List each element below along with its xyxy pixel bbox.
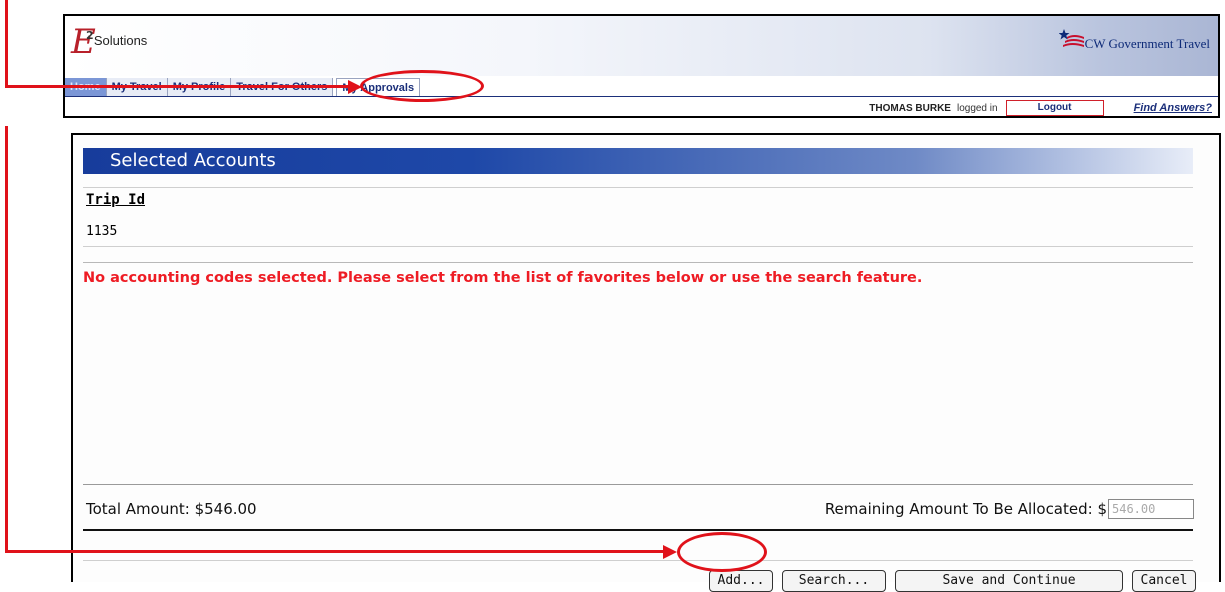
annotation-line	[5, 85, 350, 88]
action-buttons: Add... Search... Save and Continue Cance…	[709, 570, 1196, 592]
divider	[83, 246, 1193, 247]
tabs-divider	[65, 96, 1218, 97]
divider	[83, 187, 1193, 188]
selected-accounts-panel: Selected Accounts Trip Id 1135 No accoun…	[71, 133, 1221, 592]
annotation-line	[5, 126, 8, 553]
user-name: THOMAS BURKE	[869, 102, 951, 114]
section-title: Selected Accounts	[83, 148, 1193, 174]
logo-superscript: 2	[86, 29, 94, 42]
remaining-amount-field[interactable]	[1108, 499, 1194, 519]
divider	[83, 484, 1193, 485]
search-button[interactable]: Search...	[782, 570, 886, 592]
logo-mark: E 2	[71, 22, 96, 62]
divider	[83, 560, 1193, 561]
no-accounting-codes-message: No accounting codes selected. Please sel…	[83, 270, 923, 286]
cancel-button[interactable]: Cancel	[1132, 570, 1196, 592]
add-button[interactable]: Add...	[709, 570, 773, 592]
trip-id-value: 1135	[86, 224, 118, 239]
annotation-highlight-oval	[677, 532, 767, 572]
cw-government-travel-logo: CW Government Travel	[1058, 26, 1210, 52]
save-and-continue-button[interactable]: Save and Continue	[895, 570, 1123, 592]
logged-in-text: logged in	[956, 102, 998, 114]
header-banner	[65, 16, 1218, 76]
logout-button[interactable]: Logout	[1005, 100, 1104, 116]
annotation-highlight-oval	[360, 70, 484, 102]
total-amount: Total Amount: $546.00	[86, 500, 257, 518]
app-header: E 2 Solutions CW Government Travel Home …	[63, 14, 1220, 118]
find-answers-link[interactable]: Find Answers?	[1134, 102, 1212, 114]
remaining-amount: Remaining Amount To Be Allocated: $	[825, 499, 1194, 519]
user-bar: THOMAS BURKE logged in Logout Find Answe…	[869, 100, 1212, 116]
annotation-arrow-icon	[663, 545, 677, 559]
flag-star-icon	[1058, 29, 1084, 47]
divider	[83, 262, 1193, 263]
partner-logo-text: CW Government Travel	[1084, 36, 1210, 51]
annotation-line	[5, 550, 665, 553]
logo-text: Solutions	[93, 32, 148, 48]
annotation-line	[5, 0, 8, 88]
trip-id-label: Trip Id	[86, 192, 146, 208]
remaining-amount-label: Remaining Amount To Be Allocated: $	[824, 500, 1107, 518]
divider	[83, 529, 1193, 531]
e2-solutions-logo[interactable]: E 2 Solutions	[71, 22, 147, 62]
